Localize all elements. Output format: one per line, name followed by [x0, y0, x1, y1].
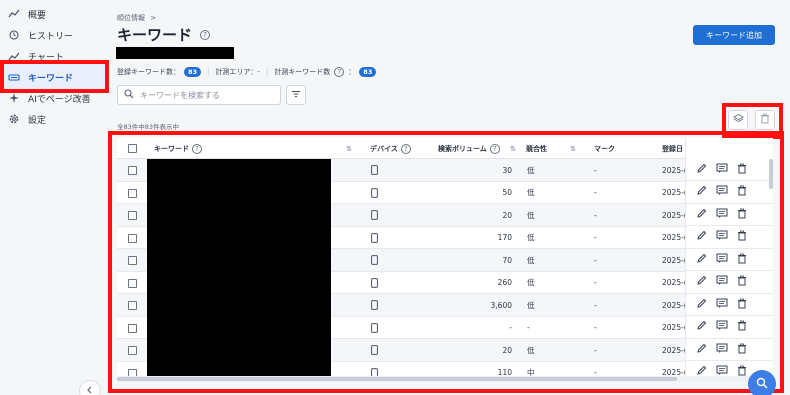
search-input[interactable] [140, 90, 270, 100]
sidebar-item-settings[interactable]: 設定 [8, 110, 46, 128]
history-icon [8, 29, 20, 41]
filter-button[interactable] [286, 85, 306, 105]
filter-icon [291, 89, 301, 102]
sidebar-item-overview[interactable]: 概要 [8, 5, 46, 23]
search-fab-button[interactable] [748, 370, 776, 395]
page-title: キーワード ? [117, 24, 211, 45]
sparkle-icon [8, 92, 20, 104]
colon: ： [348, 68, 356, 76]
search-icon [124, 88, 134, 102]
divider: | [265, 68, 269, 76]
search-box [117, 85, 281, 105]
keyword-stats: 登録キーワード数： 83 | 計測エリア：- | 計測キーワード数 ? ： 83 [117, 67, 377, 77]
divider: | [207, 68, 210, 76]
sidebar-item-label: ヒストリー [28, 31, 74, 42]
measured-count-badge: 83 [359, 67, 377, 77]
search-icon [756, 377, 768, 392]
sidebar-item-history[interactable]: ヒストリー [8, 26, 73, 44]
highlight-box-sidebar [0, 60, 109, 93]
collapse-sidebar-button[interactable] [79, 380, 101, 395]
sidebar-item-label: 概要 [28, 10, 47, 21]
page-title-text: キーワード [117, 26, 193, 44]
breadcrumb-link[interactable]: 順位情報 [117, 14, 145, 22]
highlight-box-table [108, 131, 784, 393]
registered-count-badge: 83 [184, 67, 202, 77]
result-count: 全83件中83件表示中 [117, 123, 180, 131]
breadcrumb-separator: > [150, 14, 157, 22]
gear-icon [8, 113, 20, 125]
help-icon[interactable]: ? [334, 67, 345, 77]
sidebar-item-label: 設定 [28, 115, 47, 126]
breadcrumb: 順位情報 > [117, 13, 156, 23]
chevron-left-icon [86, 386, 94, 395]
add-keyword-button[interactable]: キーワード追加 [693, 25, 775, 45]
sidebar-item-label: AIでページ改善 [28, 94, 91, 105]
measured-label: 計測キーワード数 [274, 68, 331, 76]
redacted-block [116, 47, 234, 59]
registered-label: 登録キーワード数： [117, 68, 180, 76]
help-icon[interactable]: ? [200, 29, 211, 40]
area-label: 計測エリア：- [215, 68, 260, 76]
trend-icon [8, 8, 20, 20]
